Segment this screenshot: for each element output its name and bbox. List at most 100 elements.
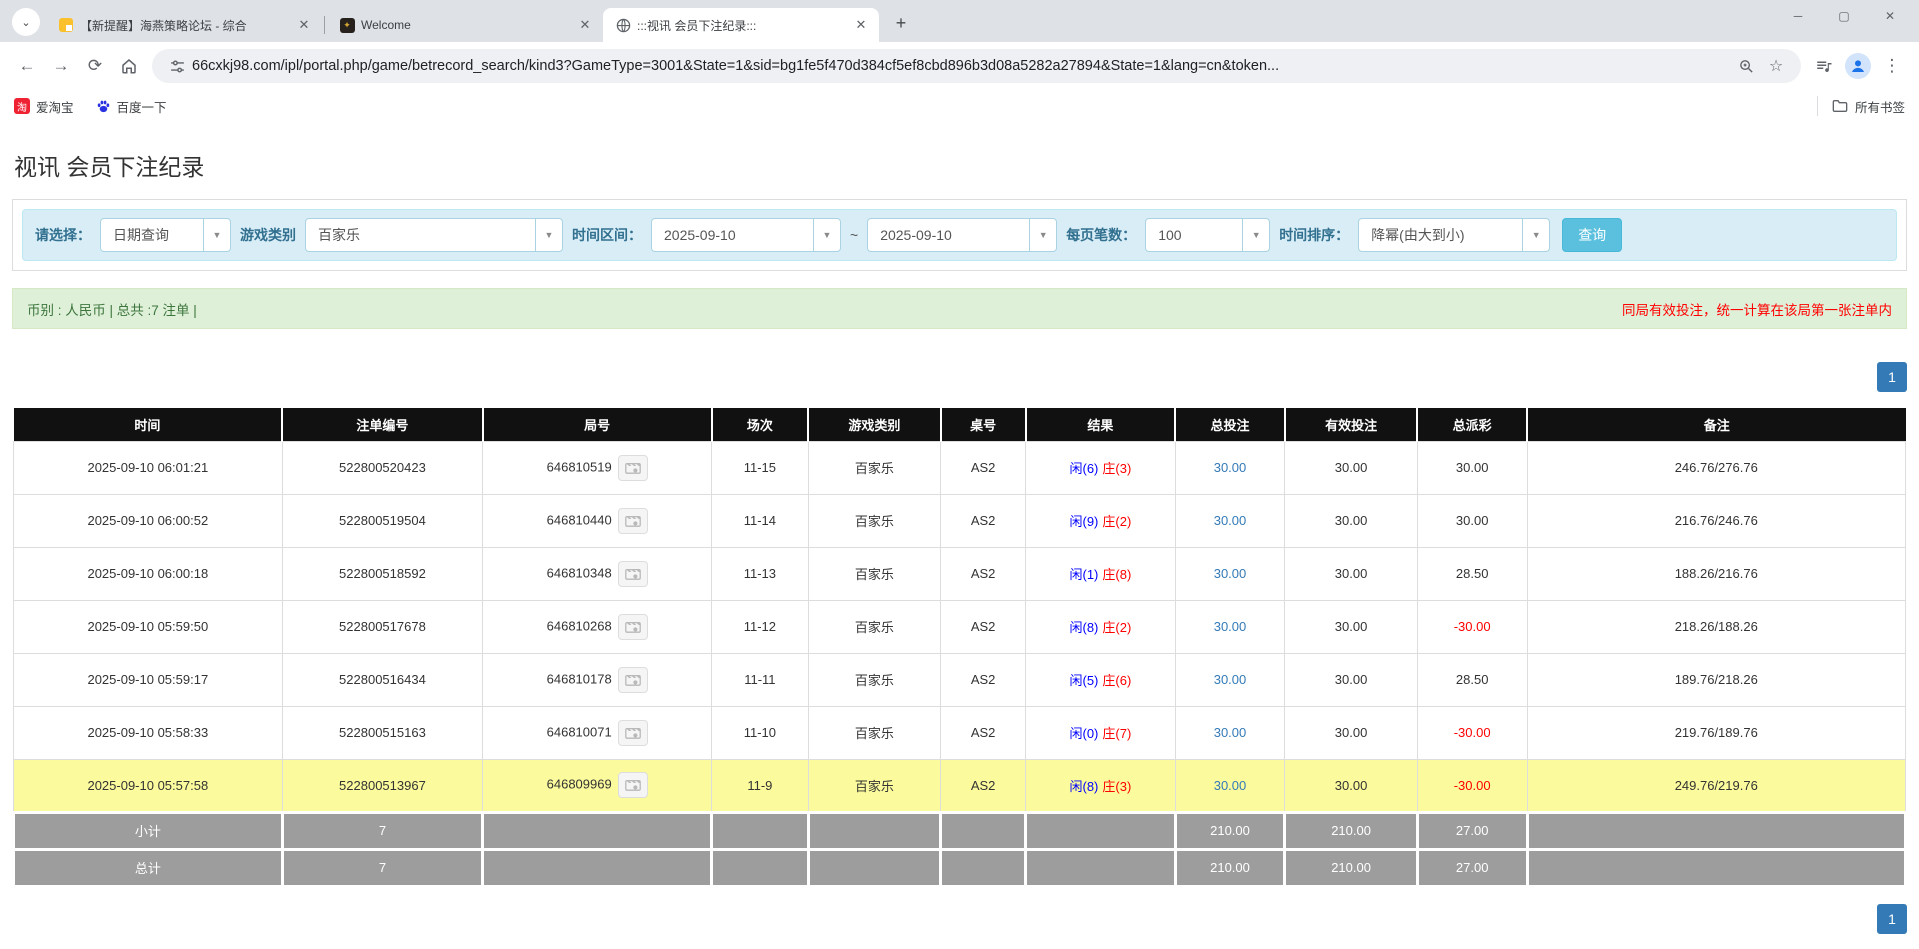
cell-total-bet[interactable]: 30.00: [1175, 547, 1285, 600]
subtotal-empty: [712, 812, 808, 849]
cell-table-no: AS2: [941, 600, 1026, 653]
date-end-select[interactable]: 2025-09-10 ▼: [867, 218, 1057, 252]
subtotal-valid-bet: 210.00: [1285, 812, 1417, 849]
sort-label: 时间排序：: [1279, 225, 1349, 245]
total-empty: [1026, 849, 1175, 886]
cell-total-bet[interactable]: 30.00: [1175, 494, 1285, 547]
query-type-select[interactable]: 日期查询 ▼: [100, 218, 231, 252]
video-replay-icon[interactable]: [618, 667, 648, 693]
cell-table-no: AS2: [941, 653, 1026, 706]
site-settings-icon[interactable]: [162, 51, 192, 81]
result-banker: 庄(2): [1102, 620, 1131, 635]
cell-payout: 30.00: [1417, 494, 1527, 547]
minimize-button[interactable]: ─: [1775, 0, 1821, 32]
home-icon[interactable]: [112, 49, 146, 83]
date-start-select[interactable]: 2025-09-10 ▼: [651, 218, 841, 252]
reload-icon[interactable]: ⟳: [78, 49, 112, 83]
cell-total-bet[interactable]: 30.00: [1175, 653, 1285, 706]
video-replay-icon[interactable]: [618, 508, 648, 534]
cell-remark: 249.76/219.76: [1527, 759, 1905, 812]
chevron-down-icon: ▼: [203, 219, 230, 251]
profile-avatar[interactable]: [1841, 49, 1875, 83]
column-header: 时间: [14, 408, 283, 441]
browser-toolbar: ← → ⟳ 66cxkj98.com/ipl/portal.php/game/b…: [0, 42, 1919, 90]
cell-payout: 28.50: [1417, 547, 1527, 600]
result-player: 闲(8): [1070, 620, 1099, 635]
result-player: 闲(1): [1070, 567, 1099, 582]
total-empty: [1527, 849, 1905, 886]
cell-remark: 218.26/188.26: [1527, 600, 1905, 653]
bookmark-star-icon[interactable]: ☆: [1761, 51, 1791, 81]
total-label: 总计: [14, 849, 283, 886]
select-type-label: 请选择：: [35, 225, 91, 245]
result-player: 闲(9): [1070, 514, 1099, 529]
page-1-button[interactable]: 1: [1877, 362, 1907, 392]
cell-payout: -30.00: [1417, 600, 1527, 653]
video-replay-icon[interactable]: [618, 561, 648, 587]
filter-panel: 请选择： 日期查询 ▼ 游戏类别 百家乐 ▼ 时间区间： 2025-09-10 …: [12, 199, 1907, 271]
url-text[interactable]: 66cxkj98.com/ipl/portal.php/game/betreco…: [192, 58, 1731, 74]
currency-summary-text: 币别 : 人民币 | 总共 :7 注单 |: [27, 299, 197, 319]
cell-valid-bet: 30.00: [1285, 547, 1417, 600]
cell-payout: 28.50: [1417, 653, 1527, 706]
new-tab-button[interactable]: +: [887, 9, 915, 37]
menu-dots-icon[interactable]: ⋮: [1875, 49, 1909, 83]
cell-session: 11-15: [712, 441, 808, 494]
subtotal-empty: [1026, 812, 1175, 849]
pagination-top: 1: [12, 362, 1907, 392]
tab-search-chevron-icon[interactable]: ⌄: [12, 8, 40, 36]
browser-tab-1[interactable]: 【新提醒】海燕策略论坛 - 综合 ✕: [46, 8, 322, 42]
tab-close-icon[interactable]: ✕: [853, 17, 869, 33]
cell-total-bet[interactable]: 30.00: [1175, 600, 1285, 653]
video-replay-icon[interactable]: [618, 772, 648, 798]
back-icon[interactable]: ←: [10, 49, 44, 83]
bookmark-baidu[interactable]: 百度一下: [96, 97, 167, 116]
tab-close-icon[interactable]: ✕: [296, 17, 312, 33]
forward-icon[interactable]: →: [44, 49, 78, 83]
query-button[interactable]: 查询: [1562, 218, 1622, 252]
result-banker: 庄(7): [1102, 726, 1131, 741]
all-bookmarks-label: 所有书签: [1855, 97, 1905, 116]
subtotal-empty: [808, 812, 940, 849]
cell-session: 11-14: [712, 494, 808, 547]
cell-session: 11-9: [712, 759, 808, 812]
bet-record-row: 2025-09-10 06:00:18522800518592646810348…: [14, 547, 1906, 600]
query-type-value: 日期查询: [101, 219, 203, 251]
game-type-select[interactable]: 百家乐 ▼: [305, 218, 563, 252]
cell-remark: 216.76/246.76: [1527, 494, 1905, 547]
cell-total-bet[interactable]: 30.00: [1175, 706, 1285, 759]
browser-tab-bar: ⌄ 【新提醒】海燕策略论坛 - 综合 ✕ ✦ Welcome ✕ :::视讯 会…: [0, 0, 1919, 42]
bookmark-taobao[interactable]: 淘 爱淘宝: [14, 97, 74, 116]
cell-total-bet[interactable]: 30.00: [1175, 441, 1285, 494]
page-1-button[interactable]: 1: [1877, 904, 1907, 934]
cell-total-bet[interactable]: 30.00: [1175, 759, 1285, 812]
page-size-select[interactable]: 100 ▼: [1145, 218, 1270, 252]
address-bar[interactable]: 66cxkj98.com/ipl/portal.php/game/betreco…: [152, 49, 1801, 83]
cell-game-type: 百家乐: [808, 759, 940, 812]
video-replay-icon[interactable]: [618, 455, 648, 481]
close-window-button[interactable]: ✕: [1867, 0, 1913, 32]
maximize-button[interactable]: ▢: [1821, 0, 1867, 32]
subtotal-empty: [941, 812, 1026, 849]
cell-result: 闲(0)庄(7): [1026, 706, 1175, 759]
all-bookmarks[interactable]: 所有书签: [1817, 96, 1905, 116]
media-controls-icon[interactable]: [1807, 49, 1841, 83]
video-replay-icon[interactable]: [618, 614, 648, 640]
browser-tab-2[interactable]: ✦ Welcome ✕: [327, 8, 603, 42]
cell-bet-id: 522800513967: [282, 759, 483, 812]
range-separator: ~: [850, 227, 858, 243]
cell-remark: 188.26/216.76: [1527, 547, 1905, 600]
welcome-favicon-icon: ✦: [339, 17, 355, 33]
tab-close-icon[interactable]: ✕: [577, 17, 593, 33]
chevron-down-icon: ▼: [535, 219, 562, 251]
baidu-paw-icon: [96, 99, 111, 114]
summary-bar: 币别 : 人民币 | 总共 :7 注单 | 同局有效投注，统一计算在该局第一张注…: [12, 288, 1907, 329]
cell-game-type: 百家乐: [808, 441, 940, 494]
video-replay-icon[interactable]: [618, 720, 648, 746]
cell-valid-bet: 30.00: [1285, 441, 1417, 494]
browser-tab-active[interactable]: :::视讯 会员下注纪录::: ✕: [603, 8, 879, 42]
total-empty: [808, 849, 940, 886]
zoom-icon[interactable]: [1731, 51, 1761, 81]
cell-table-no: AS2: [941, 706, 1026, 759]
sort-select[interactable]: 降幂(由大到小) ▼: [1358, 218, 1550, 252]
